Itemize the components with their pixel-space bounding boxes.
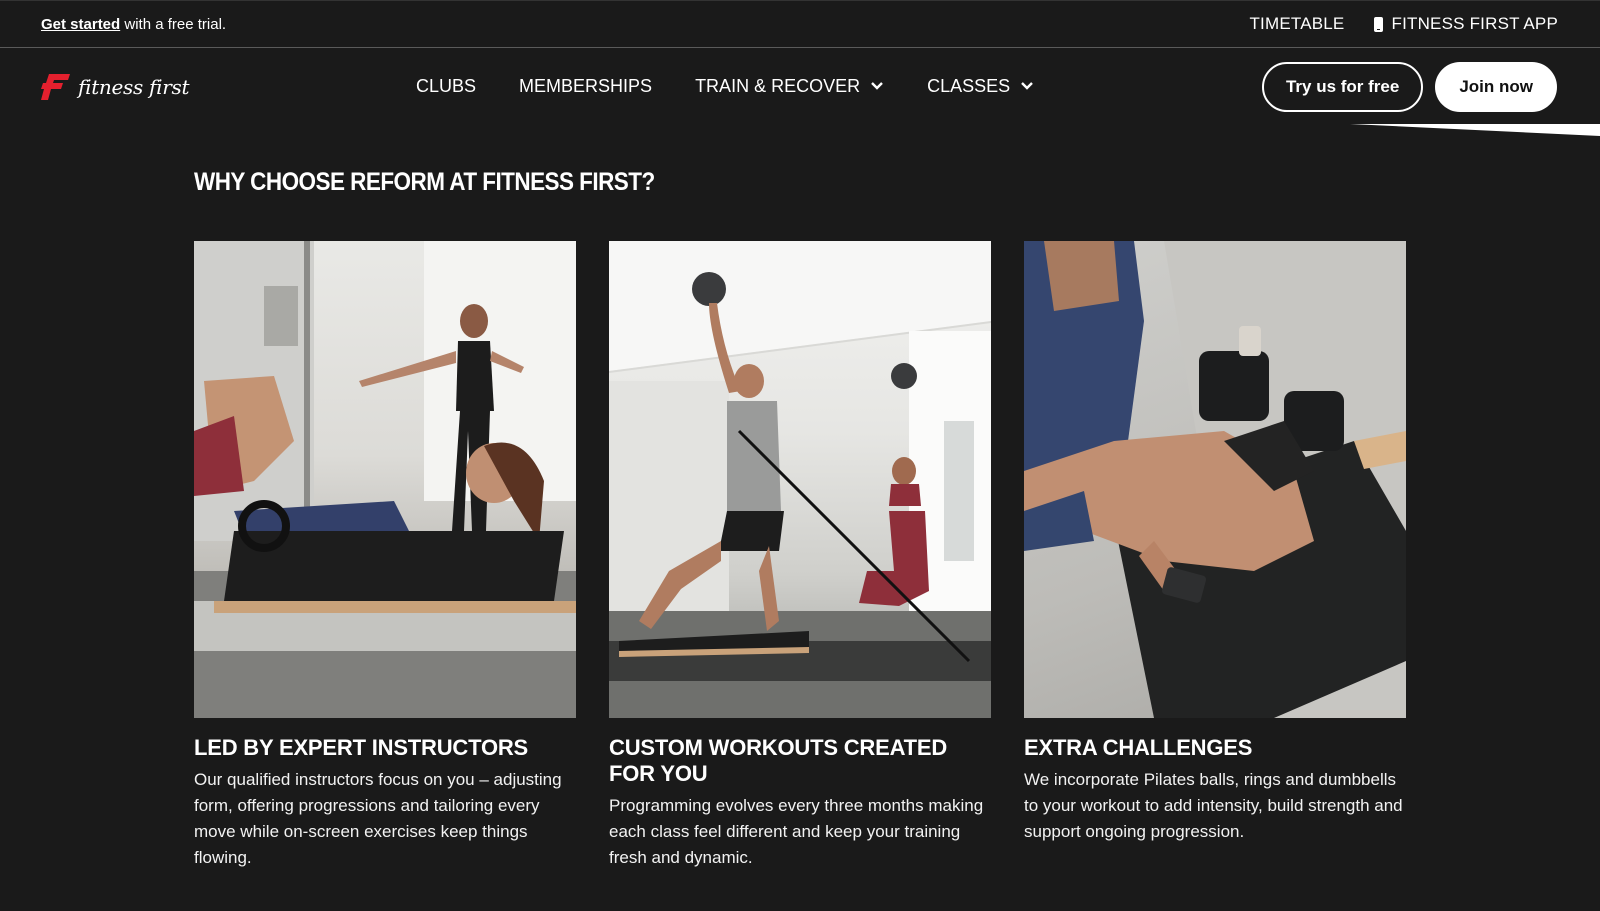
feature-cards: LED BY EXPERT INSTRUCTORS Our qualified … — [194, 241, 1406, 871]
promo-text: Get started with a free trial. — [41, 16, 226, 33]
nav-item-label: CLUBS — [416, 75, 477, 96]
card-title: CUSTOM WORKOUTS CREATED FOR YOU — [609, 735, 948, 786]
nav-item-label: CLASSES — [927, 75, 1011, 96]
utility-links: TIMETABLE FITNESS FIRST APP — [1249, 14, 1558, 34]
fitness-first-logo-icon — [41, 74, 70, 100]
promo-bar: Get started with a free trial. TIMETABLE… — [0, 0, 1600, 48]
try-free-button[interactable]: Try us for free — [1261, 62, 1424, 112]
nav-item-clubs[interactable]: CLUBS — [416, 76, 476, 97]
main-nav: fitness first CLUBS MEMBERSHIPS TRAIN & … — [0, 48, 1600, 124]
feature-card: CUSTOM WORKOUTS CREATED FOR YOU Programm… — [609, 241, 991, 871]
promo-suffix: with a free trial. — [120, 15, 227, 33]
card-text: Our qualified instructors focus on you –… — [194, 770, 562, 867]
nav-menu: CLUBS MEMBERSHIPS TRAIN & RECOVER CLASSE… — [416, 48, 1077, 124]
app-label: FITNESS FIRST APP — [1391, 14, 1558, 33]
card-text: We incorporate Pilates balls, rings and … — [1024, 770, 1403, 841]
custom-workout-photo — [609, 241, 991, 718]
nav-item-memberships[interactable]: MEMBERSHIPS — [519, 76, 652, 97]
nav-item-label: MEMBERSHIPS — [519, 75, 653, 96]
photo-illustration — [609, 241, 991, 718]
card-title: EXTRA CHALLENGES — [1024, 735, 1253, 760]
nav-item-label: TRAIN & RECOVER — [695, 75, 861, 96]
nav-item-train-recover[interactable]: TRAIN & RECOVER — [695, 76, 884, 97]
feature-card: EXTRA CHALLENGES We incorporate Pilates … — [1024, 241, 1406, 871]
photo-illustration — [1024, 241, 1406, 718]
chevron-down-icon — [871, 82, 883, 90]
decorative-stripe — [1350, 124, 1600, 136]
timetable-link[interactable]: TIMETABLE — [1249, 14, 1344, 34]
phone-icon — [1374, 16, 1384, 32]
extra-challenges-photo — [1024, 241, 1406, 718]
app-link[interactable]: FITNESS FIRST APP — [1374, 14, 1558, 34]
brand-logo[interactable]: fitness first — [41, 74, 190, 100]
instructor-class-photo — [194, 241, 576, 718]
section-title: WHY CHOOSE REFORM AT FITNESS FIRST? — [194, 168, 655, 196]
timetable-label: TIMETABLE — [1249, 14, 1345, 33]
feature-card: LED BY EXPERT INSTRUCTORS Our qualified … — [194, 241, 576, 871]
get-started-link[interactable]: Get started — [41, 16, 120, 33]
join-now-button[interactable]: Join now — [1435, 62, 1557, 112]
card-text: Programming evolves every three months m… — [609, 796, 984, 867]
photo-illustration — [194, 241, 576, 718]
chevron-down-icon — [1021, 82, 1033, 90]
card-title: LED BY EXPERT INSTRUCTORS — [194, 735, 529, 760]
brand-name: fitness first — [78, 75, 190, 99]
nav-item-classes[interactable]: CLASSES — [927, 76, 1034, 97]
nav-cta-group: Try us for free Join now — [1261, 62, 1557, 112]
